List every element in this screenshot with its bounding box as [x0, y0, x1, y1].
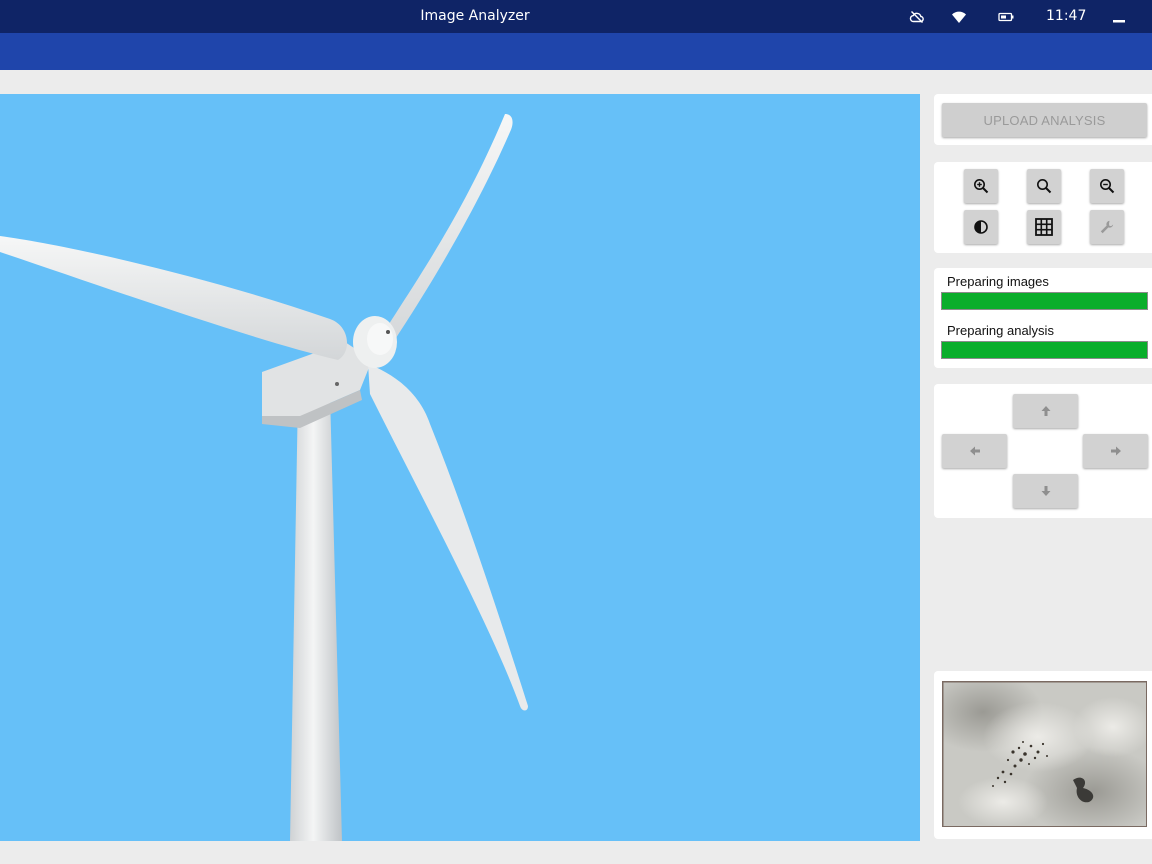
upload-analysis-button[interactable]: UPLOAD ANALYSIS	[942, 103, 1147, 137]
progress-label-images: Preparing images	[947, 274, 1049, 289]
zoom-out-icon	[1100, 179, 1115, 194]
pan-left-button[interactable]	[942, 434, 1007, 468]
zoom-out-button[interactable]	[1090, 169, 1124, 203]
contrast-icon	[974, 220, 988, 234]
arrow-right-icon	[1110, 446, 1121, 456]
title-bar: Image Analyzer 11:47	[0, 0, 1152, 33]
cloud-off-icon[interactable]	[909, 9, 925, 25]
arrow-left-icon	[969, 446, 980, 456]
wind-turbine-image	[0, 114, 528, 841]
wrench-icon	[1100, 220, 1114, 234]
image-viewer[interactable]	[0, 94, 920, 841]
analysis-thumbnail[interactable]	[942, 681, 1147, 827]
pan-up-button[interactable]	[1013, 394, 1078, 428]
grid-icon	[1035, 218, 1053, 236]
thumbnail-panel	[934, 671, 1152, 839]
damage-thumbnail-image	[943, 682, 1146, 826]
progress-label-analysis: Preparing analysis	[947, 323, 1054, 338]
minimize-icon[interactable]	[1111, 9, 1127, 25]
progress-fill-images	[942, 293, 1147, 309]
battery-icon[interactable]	[998, 9, 1014, 25]
arrow-up-icon	[1041, 406, 1050, 416]
app-bar	[0, 33, 1152, 70]
pan-right-button[interactable]	[1083, 434, 1148, 468]
settings-button[interactable]	[1090, 210, 1124, 244]
upload-panel: UPLOAD ANALYSIS	[934, 94, 1152, 145]
zoom-reset-button[interactable]	[1027, 169, 1061, 203]
progress-bar-images	[941, 292, 1148, 310]
arrow-down-icon	[1041, 486, 1050, 496]
grid-button[interactable]	[1027, 210, 1061, 244]
tools-panel	[934, 162, 1152, 253]
window-title: Image Analyzer	[420, 8, 530, 24]
zoom-reset-icon	[1037, 179, 1052, 194]
pan-down-button[interactable]	[1013, 474, 1078, 508]
progress-panel: Preparing images Preparing analysis	[934, 268, 1152, 368]
wifi-icon[interactable]	[951, 9, 967, 25]
contrast-button[interactable]	[964, 210, 998, 244]
progress-fill-analysis	[942, 342, 1147, 358]
navigation-panel	[934, 384, 1152, 518]
progress-bar-analysis	[941, 341, 1148, 359]
zoom-in-icon	[974, 179, 989, 194]
zoom-in-button[interactable]	[964, 169, 998, 203]
clock: 11:47	[1046, 8, 1087, 24]
